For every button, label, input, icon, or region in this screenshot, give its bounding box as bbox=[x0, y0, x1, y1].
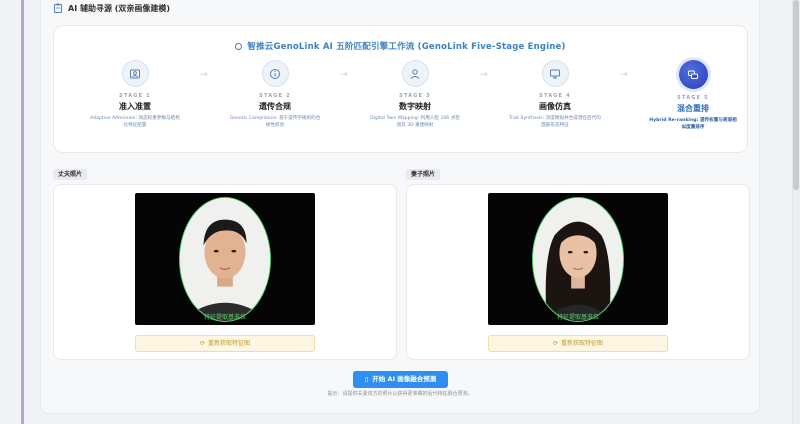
stage-description: Trait Synthesis: 深度模拟并合成潜在后代的面部形态特征 bbox=[509, 116, 601, 128]
monitor-icon bbox=[541, 60, 569, 87]
left-rail bbox=[21, 0, 24, 424]
husband-face-frame bbox=[179, 197, 271, 322]
hint-text: 提示：请提供夫妻双方的照片以获得更准确的后代特征融合预测。 bbox=[327, 391, 473, 397]
stage-number: STAGE 1 bbox=[119, 93, 151, 99]
stage-4[interactable]: STAGE 4 画像仿真 Trait Synthesis: 深度模拟并合成潜在后… bbox=[500, 60, 610, 129]
stage-number: STAGE 4 bbox=[539, 93, 571, 99]
wife-photo-card: 特征提取基准位 ⟳ 重新获取特征图 bbox=[406, 184, 750, 360]
arrow-right-icon: → bbox=[200, 70, 208, 80]
female-portrait-image bbox=[533, 198, 623, 321]
husband-photo[interactable]: 特征提取基准位 bbox=[135, 193, 315, 325]
stage-5[interactable]: STAGE 5 混合重排 Hybrid Re-ranking: 遗传权重与表观相… bbox=[638, 60, 748, 131]
lock-icon: ▯ bbox=[364, 375, 369, 383]
panel-title: AI 辅助寻源 (双亲画像建模) bbox=[53, 1, 170, 15]
engine-title: 智推云GenoLink AI 五阶匹配引擎工作流 (GenoLink Five-… bbox=[54, 40, 747, 52]
arrow-right-icon: → bbox=[620, 70, 628, 80]
start-fusion-button[interactable]: ▯ 开始 AI 画像融合预测 bbox=[353, 371, 448, 388]
id-card-icon bbox=[121, 60, 149, 87]
scroll-thumb[interactable] bbox=[793, 0, 799, 190]
arrow-right-icon: → bbox=[480, 70, 488, 80]
ai-sourcing-panel: AI 辅助寻源 (双亲画像建模) 智推云GenoLink AI 五阶匹配引擎工作… bbox=[40, 0, 760, 414]
husband-photo-label: 丈夫照片 bbox=[53, 169, 88, 180]
stage-description: Genetic Compliance: 基于遗传学规则的合规性校验 bbox=[229, 116, 321, 128]
arrow-right-icon: → bbox=[340, 70, 348, 80]
photo-caption: 特征提取基准位 bbox=[203, 314, 246, 321]
stage-number: STAGE 3 bbox=[399, 93, 431, 99]
wife-refresh-button[interactable]: ⟳ 重新获取特征图 bbox=[488, 335, 668, 352]
wife-photo-label: 妻子照片 bbox=[406, 169, 441, 180]
stage-1[interactable]: STAGE 1 准入准置 Adaptive Admission: 动态权重参数与… bbox=[80, 60, 190, 129]
stage-description: Hybrid Re-ranking: 遗传权重与表观相似度重排序 bbox=[649, 118, 737, 130]
clipboard-icon bbox=[54, 3, 62, 13]
stage-2[interactable]: STAGE 2 遗传合规 Genetic Compliance: 基于遗传学规则… bbox=[220, 60, 330, 129]
stage-description: Digital Twin Mapping: 利用人脸 106 点检测及 3D 重… bbox=[370, 116, 460, 128]
photo-caption: 特征提取基准位 bbox=[556, 314, 599, 321]
husband-photo-card: 特征提取基准位 ⟳ 重新获取特征图 bbox=[53, 184, 397, 360]
stage-name: 准入准置 bbox=[119, 102, 151, 111]
stage-name: 遗传合规 bbox=[259, 102, 291, 111]
engine-title-text: 智推云GenoLink AI 五阶匹配引擎工作流 (GenoLink Five-… bbox=[247, 42, 566, 52]
refresh-label: 重新获取特征图 bbox=[561, 340, 604, 347]
stage-3[interactable]: STAGE 3 数字映射 Digital Twin Mapping: 利用人脸 … bbox=[360, 60, 470, 129]
wife-face-frame bbox=[532, 197, 624, 322]
stage-description: Adaptive Admission: 动态权重参数与结构化特征配置 bbox=[90, 116, 180, 128]
panel-title-text: AI 辅助寻源 (双亲画像建模) bbox=[68, 3, 171, 13]
ring-icon bbox=[235, 43, 243, 50]
wife-photo[interactable]: 特征提取基准位 bbox=[488, 193, 668, 325]
scrollbar[interactable] bbox=[792, 0, 800, 424]
stage-name: 数字映射 bbox=[399, 102, 431, 111]
refresh-icon: ⟳ bbox=[199, 340, 205, 347]
person-icon bbox=[401, 60, 429, 87]
husband-refresh-button[interactable]: ⟳ 重新获取特征图 bbox=[135, 335, 315, 352]
refresh-label: 重新获取特征图 bbox=[208, 340, 251, 347]
stage-name: 混合重排 bbox=[677, 104, 709, 113]
male-portrait-image bbox=[180, 198, 270, 321]
stage-number: STAGE 2 bbox=[259, 93, 291, 99]
stage-number: STAGE 5 bbox=[677, 95, 709, 101]
stage-name: 画像仿真 bbox=[539, 102, 571, 111]
chat-bubbles-icon bbox=[678, 60, 708, 89]
five-stage-engine: 智推云GenoLink AI 五阶匹配引擎工作流 (GenoLink Five-… bbox=[53, 25, 748, 153]
start-fusion-label: 开始 AI 画像融合预测 bbox=[372, 375, 437, 383]
info-circle-icon bbox=[261, 60, 289, 87]
refresh-icon: ⟳ bbox=[552, 340, 558, 347]
